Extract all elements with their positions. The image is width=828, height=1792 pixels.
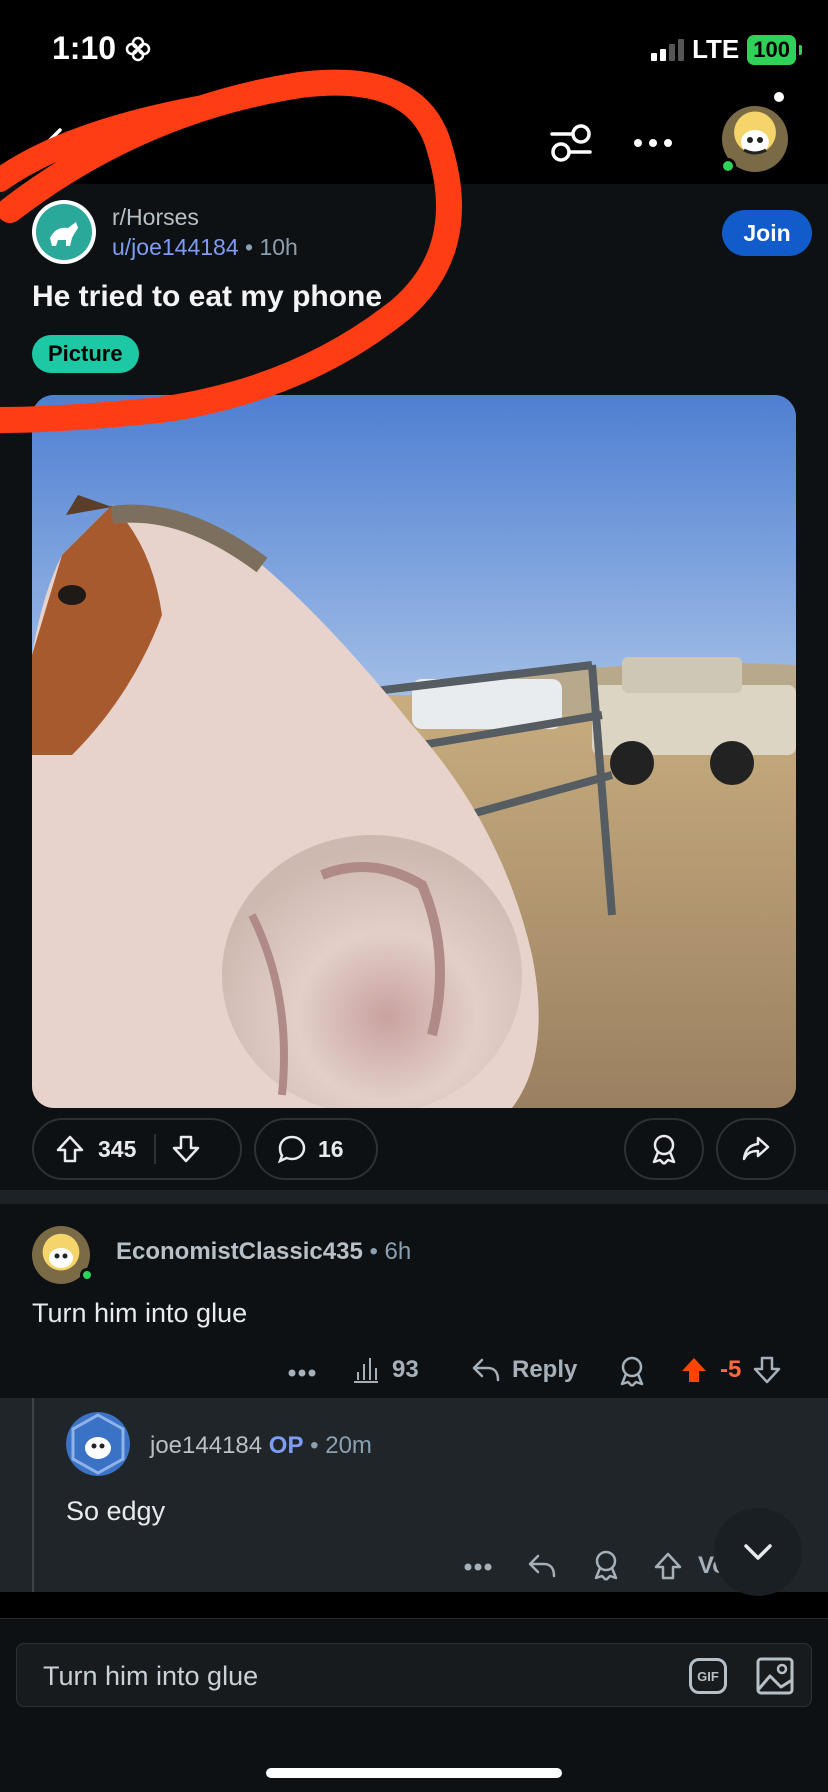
- meta-separator: •: [245, 234, 260, 260]
- horse-photo: [32, 395, 796, 1108]
- reply-author[interactable]: joe144184: [150, 1432, 262, 1459]
- clock: 1:10: [52, 30, 117, 66]
- chevron-down-icon: [744, 1544, 772, 1560]
- meta-separator: •: [310, 1432, 326, 1459]
- gif-button[interactable]: GIF: [689, 1658, 727, 1694]
- avatar-hexagon-icon: [71, 1413, 125, 1475]
- join-button[interactable]: Join: [722, 210, 812, 256]
- upvote-icon[interactable]: [652, 1550, 684, 1582]
- reply-comment: joe144184 OP • 20m So edgy Vo: [0, 1398, 828, 1596]
- comment: EconomistClassic435 • 6h Turn him into g…: [0, 1204, 828, 1398]
- vote-divider: [154, 1134, 157, 1164]
- comment-author-line: EconomistClassic435 • 6h: [116, 1238, 411, 1266]
- reply-arrow-icon[interactable]: [526, 1550, 558, 1582]
- user-avatar[interactable]: [720, 92, 788, 174]
- vote-controls: 345: [32, 1118, 242, 1180]
- award-icon: [652, 1134, 676, 1165]
- comment-author[interactable]: EconomistClassic435: [116, 1238, 363, 1265]
- battery-icon: 100: [747, 34, 802, 65]
- notification-dot: [774, 92, 784, 102]
- meta-separator: •: [369, 1238, 385, 1265]
- home-bar-area: [0, 1722, 828, 1792]
- reply-body: So edgy: [66, 1496, 166, 1526]
- post-author[interactable]: u/joe144184: [112, 234, 239, 260]
- top-navigation: [0, 92, 828, 184]
- sliders-icon[interactable]: [546, 118, 596, 168]
- upvote-count: 345: [98, 1135, 137, 1162]
- image-icon[interactable]: [755, 1656, 795, 1696]
- post-flair[interactable]: Picture: [32, 335, 139, 373]
- reply-avatar[interactable]: [66, 1412, 130, 1476]
- downvote-icon[interactable]: [751, 1354, 783, 1386]
- upvote-filled-icon[interactable]: [678, 1354, 710, 1386]
- post-age: 10h: [259, 234, 298, 260]
- subreddit-name[interactable]: r/Horses: [112, 204, 199, 231]
- comment-score: -5: [720, 1356, 742, 1383]
- comment-actions: 93 Reply -5: [0, 1354, 828, 1394]
- back-arrow-icon[interactable]: [38, 118, 88, 168]
- subreddit-icon[interactable]: [32, 200, 96, 264]
- status-time: 1:10: [52, 30, 152, 67]
- op-badge: OP: [268, 1432, 304, 1459]
- post-meta: u/joe144184 • 10h: [112, 234, 298, 261]
- online-status-dot: [80, 1268, 94, 1282]
- comment-bubble-icon: [277, 1135, 306, 1164]
- status-bar: 1:10 LTE 100: [0, 0, 828, 100]
- comments-button[interactable]: 16: [254, 1118, 378, 1180]
- share-arrow-icon: [742, 1136, 770, 1161]
- scroll-down-button[interactable]: [714, 1508, 802, 1596]
- comment-count: 16: [318, 1135, 344, 1162]
- reply-label: Reply: [512, 1356, 578, 1383]
- share-button[interactable]: [716, 1118, 796, 1180]
- comment-input-text: Turn him into glue: [43, 1661, 259, 1691]
- network-label: LTE: [692, 34, 740, 64]
- comment-vote: -5: [678, 1354, 783, 1386]
- post-title: He tried to eat my phone: [32, 280, 383, 313]
- bar-chart-icon: [354, 1358, 378, 1383]
- views-count: 93: [392, 1356, 419, 1383]
- home-indicator[interactable]: [266, 1768, 562, 1778]
- horse-icon: [50, 222, 78, 246]
- reply-button[interactable]: Reply: [470, 1354, 577, 1386]
- more-options-icon[interactable]: [630, 118, 676, 168]
- online-status-dot: [720, 158, 736, 174]
- comment-more-icon[interactable]: [288, 1368, 316, 1378]
- section-divider: [0, 1190, 828, 1204]
- comment-input[interactable]: Turn him into glue GIF: [16, 1643, 812, 1707]
- reply-age: 20m: [325, 1432, 372, 1459]
- status-indicators: LTE 100: [651, 34, 802, 65]
- post-container: r/Horses u/joe144184 • 10h Join He tried…: [0, 184, 828, 1190]
- upvote-icon[interactable]: [54, 1133, 86, 1165]
- comment-age: 6h: [384, 1238, 412, 1265]
- reply-arrow-icon: [472, 1358, 500, 1382]
- post-image[interactable]: [32, 395, 796, 1108]
- reply-actions: Vo: [0, 1548, 828, 1588]
- reply-more-icon[interactable]: [464, 1562, 492, 1572]
- reply-author-line: joe144184 OP • 20m: [150, 1432, 372, 1460]
- downvote-icon[interactable]: [170, 1133, 202, 1165]
- comment-views[interactable]: 93: [350, 1354, 419, 1386]
- comment-avatar[interactable]: [32, 1226, 94, 1284]
- focus-flower-icon: [125, 36, 151, 61]
- award-icon[interactable]: [616, 1354, 648, 1388]
- comment-body: Turn him into glue: [32, 1298, 248, 1328]
- award-icon[interactable]: [590, 1548, 622, 1582]
- signal-icon: [651, 38, 685, 61]
- award-button[interactable]: [624, 1118, 704, 1180]
- comment-composer: Turn him into glue GIF: [0, 1618, 828, 1722]
